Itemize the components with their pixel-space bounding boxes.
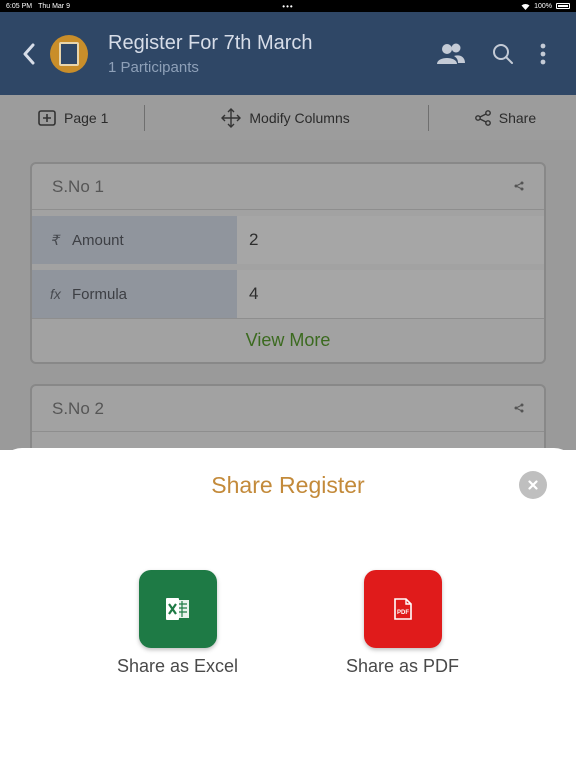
participants-icon[interactable] — [436, 42, 466, 66]
status-date: Thu Mar 9 — [38, 2, 70, 10]
share-sheet: Share Register Share as Excel PDF Share … — [0, 448, 576, 768]
formula-icon: fx — [50, 286, 61, 302]
entry-share-icon[interactable] — [514, 403, 524, 413]
add-page-icon — [38, 109, 56, 126]
share-icon — [474, 109, 491, 126]
pdf-icon: PDF — [393, 598, 412, 620]
move-arrows-icon — [221, 107, 242, 128]
share-excel-option[interactable]: Share as Excel — [117, 570, 238, 677]
rupee-icon: ₹ — [50, 231, 59, 248]
more-vertical-icon[interactable] — [540, 43, 546, 65]
battery-percent: 100% — [534, 2, 552, 10]
battery-icon — [556, 3, 570, 9]
page-label: Page 1 — [64, 109, 109, 126]
field-value: 2 — [237, 216, 544, 264]
sheet-title: Share Register — [211, 472, 365, 498]
pdf-tile[interactable]: PDF — [363, 570, 442, 648]
field-value: 4 — [237, 270, 544, 318]
status-bar: 6:05 PM Thu Mar 9 ••• 100% — [0, 0, 576, 12]
field-row-amount[interactable]: ₹ Amount 2 — [32, 216, 544, 264]
page-title: Register For 7th March — [108, 31, 313, 54]
excel-label: Share as Excel — [117, 656, 239, 676]
toolbar-divider — [144, 104, 146, 131]
excel-icon — [165, 598, 189, 620]
field-row-formula[interactable]: fx Formula 4 — [32, 270, 544, 318]
register-book-icon — [50, 34, 88, 73]
share-pdf-option[interactable]: PDF Share as PDF — [346, 570, 459, 677]
page-selector-button[interactable]: Page 1 — [38, 110, 108, 126]
share-button[interactable]: Share — [474, 109, 537, 126]
field-label: Formula — [72, 285, 128, 303]
search-icon[interactable] — [492, 43, 514, 65]
register-toolbar: Page 1 Modify Columns Share — [0, 95, 576, 140]
multitasking-dots[interactable]: ••• — [282, 2, 293, 11]
entry-share-icon[interactable] — [514, 181, 524, 191]
field-label: Amount — [72, 231, 124, 249]
entry-serial: S.No 2 — [52, 398, 104, 418]
toolbar-divider — [427, 104, 429, 131]
register-entries: S.No 1 ₹ Amount 2 fx Formula 4 View More… — [0, 140, 576, 464]
view-more-link[interactable]: View More — [32, 318, 544, 362]
pdf-label: Share as PDF — [346, 656, 460, 676]
status-time: 6:05 PM — [6, 2, 33, 10]
entry-card[interactable]: S.No 1 ₹ Amount 2 fx Formula 4 View More — [30, 162, 546, 364]
wifi-icon — [521, 3, 530, 10]
modify-columns-label: Modify Columns — [249, 109, 350, 126]
excel-tile[interactable] — [138, 570, 217, 648]
modify-columns-button[interactable]: Modify Columns — [221, 107, 350, 128]
entry-serial: S.No 1 — [52, 176, 104, 196]
close-button[interactable] — [519, 471, 547, 499]
back-arrow-icon[interactable] — [18, 39, 40, 69]
pdf-badge: PDF — [397, 610, 409, 616]
share-label: Share — [498, 109, 537, 126]
close-icon — [528, 480, 538, 490]
app-header: Register For 7th March 1 Participants — [0, 12, 576, 95]
participants-count[interactable]: 1 Participants — [108, 59, 313, 76]
